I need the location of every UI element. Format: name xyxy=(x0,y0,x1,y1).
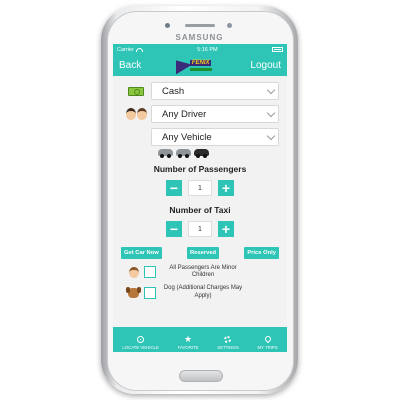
tab-label: SETTINGS xyxy=(217,345,239,350)
payment-value: Cash xyxy=(162,85,185,97)
taxi-stepper: − 1 + xyxy=(113,221,287,237)
passengers-title: Number of Passengers xyxy=(153,164,247,174)
gear-icon xyxy=(224,335,232,343)
reserved-button[interactable]: Reserved xyxy=(187,247,220,259)
minor-children-label: All Passengers Are Minor Children xyxy=(169,265,237,279)
pin-icon xyxy=(263,334,272,344)
logo-underline xyxy=(189,67,212,71)
driver-value: Any Driver xyxy=(162,108,207,120)
dog-icon-wrap xyxy=(126,286,141,299)
booking-actions: Get Car Now Reserved Price Only xyxy=(121,247,279,259)
proximity-sensor xyxy=(227,23,232,28)
chevron-down-icon xyxy=(266,108,276,117)
device-brand: SAMSUNG xyxy=(175,33,224,42)
dog-icon xyxy=(126,286,141,298)
payment-icon-wrap xyxy=(121,84,151,98)
driver-row: Any Driver xyxy=(121,105,279,123)
child-icon xyxy=(128,266,139,278)
vehicle-types xyxy=(158,149,279,158)
chevron-down-icon xyxy=(266,131,276,140)
price-only-button[interactable]: Price Only xyxy=(244,247,279,259)
van-icon xyxy=(194,149,209,158)
locate-icon xyxy=(137,335,145,343)
vehicle-value: Any Vehicle xyxy=(162,131,212,143)
earpiece-speaker xyxy=(185,24,215,27)
status-time: 5:16 PM xyxy=(197,46,218,53)
nav-bar: Back FENIX Logout xyxy=(113,55,287,76)
passengers-value[interactable]: 1 xyxy=(188,180,212,196)
battery-icon xyxy=(271,47,283,52)
app-screen: Carrier 5:16 PM Back FENIX Logout Cash A… xyxy=(113,44,287,352)
driver-male-icon xyxy=(136,108,147,120)
tab-favorite[interactable]: ★ FAVORITE xyxy=(177,333,199,350)
dog-option: Dog (Additional Charges May Apply) xyxy=(121,285,279,299)
passengers-minus-button[interactable]: − xyxy=(166,180,182,196)
home-button[interactable] xyxy=(179,370,223,382)
front-camera xyxy=(165,23,170,28)
vehicle-icon-spacer xyxy=(121,130,151,144)
taxi-plus-button[interactable]: + xyxy=(218,221,234,237)
taxi-value[interactable]: 1 xyxy=(188,221,212,237)
carrier-label: Carrier xyxy=(117,46,134,53)
star-icon: ★ xyxy=(184,333,193,344)
tab-my-trips[interactable]: MY TRIPS xyxy=(257,334,278,350)
app-logo: FENIX xyxy=(175,57,216,75)
dog-checkbox[interactable] xyxy=(144,286,156,299)
logo-text: FENIX xyxy=(189,59,212,66)
tab-bar: LOCATE VEHICLE ★ FAVORITE SETTINGS MY TR… xyxy=(113,327,287,352)
status-bar: Carrier 5:16 PM xyxy=(113,44,287,55)
dog-label: Dog (Additional Charges May Apply) xyxy=(163,285,243,299)
payment-select[interactable]: Cash xyxy=(151,82,279,100)
cash-icon xyxy=(128,86,144,96)
vehicle-row: Any Vehicle xyxy=(121,128,279,146)
payment-row: Cash xyxy=(121,82,279,100)
status-left: Carrier xyxy=(117,47,143,53)
minor-children-option: All Passengers Are Minor Children xyxy=(121,265,279,279)
tab-label: MY TRIPS xyxy=(257,345,278,350)
tab-locate-vehicle[interactable]: LOCATE VEHICLE xyxy=(122,335,159,350)
passengers-stepper: − 1 + xyxy=(113,180,287,196)
driver-female-icon xyxy=(125,108,136,120)
wifi-icon xyxy=(135,47,143,52)
tab-label: FAVORITE xyxy=(177,345,199,350)
minor-children-checkbox[interactable] xyxy=(144,266,156,279)
tab-label: LOCATE VEHICLE xyxy=(122,345,159,350)
tab-settings[interactable]: SETTINGS xyxy=(217,335,239,350)
vehicle-select[interactable]: Any Vehicle xyxy=(151,128,279,146)
suv-icon xyxy=(176,149,191,158)
taxi-title: Number of Taxi xyxy=(169,205,231,215)
taxi-minus-button[interactable]: − xyxy=(166,221,182,237)
passengers-plus-button[interactable]: + xyxy=(218,180,234,196)
get-car-now-button[interactable]: Get Car Now xyxy=(121,247,162,259)
chevron-down-icon xyxy=(266,85,276,94)
child-icon-wrap xyxy=(127,266,140,279)
booking-form: Cash Any Driver Any Vehicle xyxy=(113,76,287,158)
logout-button[interactable]: Logout xyxy=(250,60,281,71)
driver-icon-wrap xyxy=(121,107,151,121)
sedan-icon xyxy=(158,149,173,158)
driver-select[interactable]: Any Driver xyxy=(151,105,279,123)
back-button[interactable]: Back xyxy=(119,60,141,71)
